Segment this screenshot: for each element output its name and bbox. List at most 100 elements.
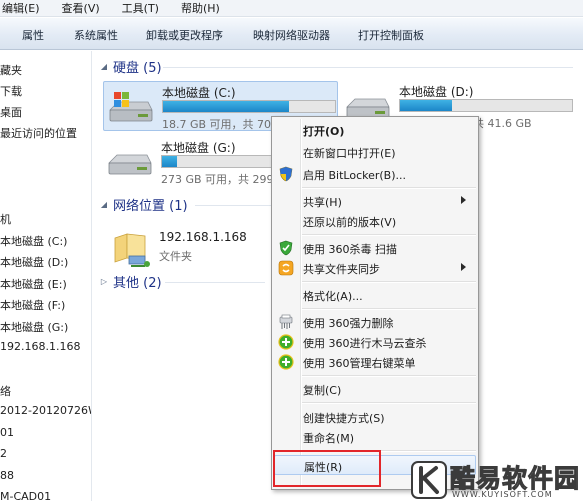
nav-item-favorites[interactable]: 藏夹 <box>0 62 22 78</box>
nav-item-network-pc-3[interactable]: 2 <box>0 447 7 460</box>
drive-name: 本地磁盘 (G:) <box>161 141 236 155</box>
nav-item-recent-places[interactable]: 最近访问的位置 <box>0 125 77 141</box>
menu-item-restore-previous-versions[interactable]: 还原以前的版本(V) <box>274 211 476 231</box>
drive-name: 本地磁盘 (C:) <box>162 86 236 100</box>
open-control-panel-button[interactable]: 打开控制面板 <box>358 27 424 43</box>
properties-button[interactable]: 属性 <box>22 27 44 43</box>
group-header-hard-disks[interactable]: ◢ 硬盘 (5) <box>99 57 579 76</box>
group-header-other[interactable]: ▷ 其他 (2) <box>99 272 162 291</box>
group-header-network-locations[interactable]: ◢ 网络位置 (1) <box>99 195 188 214</box>
menu-item-label: 启用 BitLocker(B)... <box>303 169 407 182</box>
menu-item-label: 重命名(M) <box>303 432 355 445</box>
map-network-drive-button[interactable]: 映射网络驱动器 <box>253 27 330 43</box>
menu-item-label: 创建快捷方式(S) <box>303 412 385 425</box>
network-folder-icon <box>114 233 150 267</box>
menu-item-label: 在新窗口中打开(E) <box>303 147 396 160</box>
menu-item-label: 复制(C) <box>303 384 342 397</box>
nav-item-drive-d[interactable]: 本地磁盘 (D:) <box>0 254 68 270</box>
nav-item-drive-g[interactable]: 本地磁盘 (G:) <box>0 319 68 335</box>
drive-name: 本地磁盘 (D:) <box>399 85 474 99</box>
drive-free-space: 共 41.6 GB <box>473 117 532 130</box>
nav-item-network-pc-5[interactable]: M-CAD01 <box>0 490 51 501</box>
menu-bar: 编辑(E) 查看(V) 工具(T) 帮助(H) <box>0 0 583 17</box>
menu-item-label: 使用 360进行木马云查杀 <box>303 337 427 350</box>
nav-item-network-location[interactable]: 192.168.1.168 <box>0 340 80 353</box>
menu-item-create-shortcut[interactable]: 创建快捷方式(S) <box>274 407 476 427</box>
nav-item-computer[interactable]: 机 <box>0 211 11 227</box>
usage-fill <box>162 156 178 167</box>
menu-item-share[interactable]: 共享(H) <box>274 191 476 211</box>
collapse-arrow-icon[interactable]: ◢ <box>99 200 109 209</box>
menu-item-label: 使用 360管理右键菜单 <box>303 357 416 370</box>
360-plus-icon <box>278 354 294 370</box>
menu-separator <box>302 281 476 283</box>
menu-item-label: 共享文件夹同步 <box>303 263 380 276</box>
group-title: 网络位置 (1) <box>113 198 188 214</box>
nav-item-drive-e[interactable]: 本地磁盘 (E:) <box>0 276 67 292</box>
sync-icon <box>278 260 294 276</box>
nav-item-downloads[interactable]: 下载 <box>0 83 22 99</box>
highlight-annotation-box <box>273 450 381 487</box>
menu-item-360-manage-context-menu[interactable]: 使用 360管理右键菜单 <box>274 352 476 372</box>
kuyisoft-logo-icon <box>411 461 447 499</box>
navigation-pane: 藏夹 下载 桌面 最近访问的位置 机 本地磁盘 (C:) 本地磁盘 (D:) 本… <box>0 51 92 501</box>
nav-item-network-pc-1[interactable]: 2012-20120726WK <box>0 404 91 417</box>
menu-item-open-new-window[interactable]: 在新窗口中打开(E) <box>274 142 476 162</box>
watermark-url: WWW.KUYISOFT.COM <box>452 490 553 499</box>
shield-icon <box>279 166 293 182</box>
divider <box>163 67 573 68</box>
menu-item-copy[interactable]: 复制(C) <box>274 379 476 399</box>
menu-item-label: 格式化(A)... <box>303 290 363 303</box>
menu-item-format[interactable]: 格式化(A)... <box>274 285 476 305</box>
nav-item-network-pc-4[interactable]: 88 <box>0 469 14 482</box>
menu-tools[interactable]: 工具(T) <box>122 0 159 16</box>
usage-bar <box>162 100 336 113</box>
watermark: 酷易软件园 WWW.KUYISOFT.COM <box>410 458 583 501</box>
menu-item-label: 使用 360强力删除 <box>303 317 394 330</box>
nav-item-network[interactable]: 络 <box>0 383 11 399</box>
nav-item-network-pc-2[interactable]: 01 <box>0 426 14 439</box>
submenu-arrow-icon <box>461 196 466 204</box>
menu-edit[interactable]: 编辑(E) <box>2 0 40 16</box>
menu-separator <box>302 402 476 404</box>
menu-item-shared-folder-sync[interactable]: 共享文件夹同步 <box>274 258 476 278</box>
menu-item-open[interactable]: 打开(O) <box>274 120 476 140</box>
menu-separator <box>302 187 476 189</box>
system-drive-icon <box>109 92 153 122</box>
menu-separator <box>302 234 476 236</box>
network-location-item[interactable]: 192.168.1.168 文件夹 <box>111 226 271 272</box>
menu-view[interactable]: 查看(V) <box>62 0 100 16</box>
nav-item-desktop[interactable]: 桌面 <box>0 104 22 120</box>
menu-item-bitlocker[interactable]: 启用 BitLocker(B)... <box>274 164 476 184</box>
divider <box>195 205 275 206</box>
nav-item-drive-f[interactable]: 本地磁盘 (F:) <box>0 297 65 313</box>
usage-bar <box>399 99 573 112</box>
usage-fill <box>163 101 289 112</box>
drive-free-space: 273 GB 可用，共 299 <box>161 173 274 186</box>
360-plus-icon <box>278 334 294 350</box>
uninstall-program-button[interactable]: 卸载或更改程序 <box>146 27 223 43</box>
collapse-arrow-icon[interactable]: ◢ <box>99 62 109 71</box>
system-properties-button[interactable]: 系统属性 <box>74 27 118 43</box>
shredder-icon <box>279 314 293 329</box>
menu-item-360-force-delete[interactable]: 使用 360强力删除 <box>274 312 476 332</box>
group-title: 硬盘 (5) <box>113 60 162 76</box>
command-bar: 属性 系统属性 卸载或更改程序 映射网络驱动器 打开控制面板 <box>0 18 583 50</box>
menu-help[interactable]: 帮助(H) <box>181 0 220 16</box>
antivirus-360-icon <box>279 240 293 256</box>
menu-item-360-antivirus-scan[interactable]: 使用 360杀毒 扫描 <box>274 238 476 258</box>
submenu-arrow-icon <box>461 263 466 271</box>
hard-drive-icon <box>108 154 152 175</box>
drive-free-space: 18.7 GB 可用，共 70. <box>162 118 275 131</box>
network-location-type: 文件夹 <box>159 250 192 263</box>
divider <box>165 282 265 283</box>
nav-item-drive-c[interactable]: 本地磁盘 (C:) <box>0 233 67 249</box>
usage-fill <box>400 100 452 111</box>
menu-separator <box>302 308 476 310</box>
menu-item-label: 还原以前的版本(V) <box>303 216 397 229</box>
expand-arrow-icon[interactable]: ▷ <box>99 277 109 286</box>
menu-item-label: 共享(H) <box>303 196 342 209</box>
group-title: 其他 (2) <box>113 275 162 291</box>
menu-item-rename[interactable]: 重命名(M) <box>274 427 476 447</box>
menu-item-360-trojan-cloud-scan[interactable]: 使用 360进行木马云查杀 <box>274 332 476 352</box>
